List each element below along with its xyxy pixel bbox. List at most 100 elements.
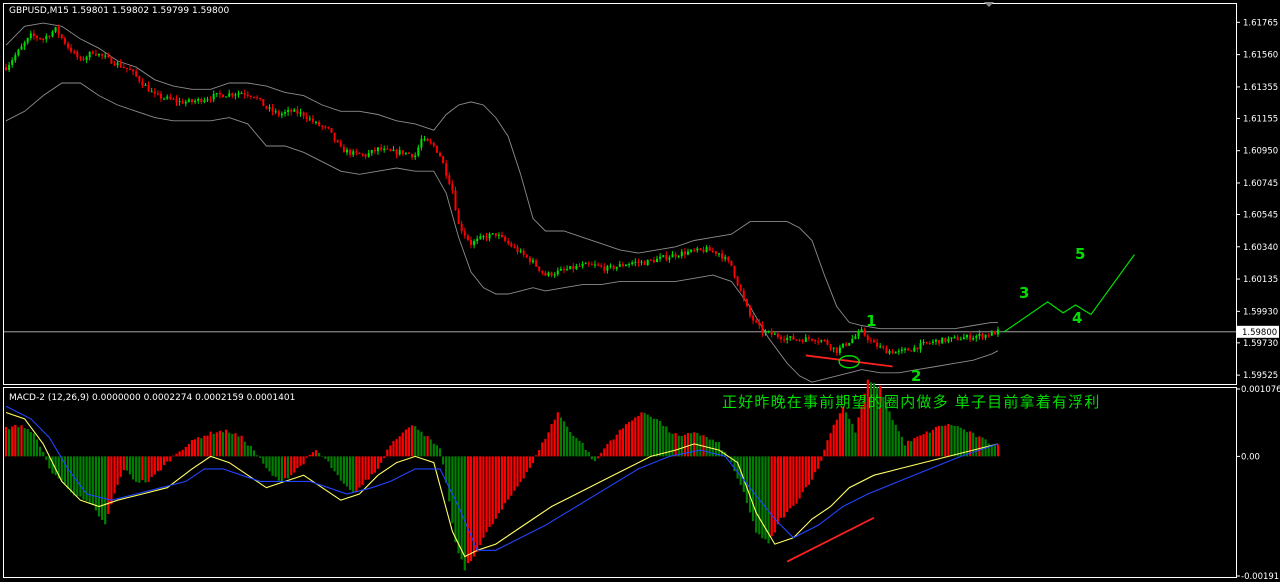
current-price-label: 1.59800 [1242, 328, 1277, 338]
candle-body [795, 339, 798, 341]
candle [739, 284, 742, 292]
candle-body [519, 250, 522, 253]
candle-body [318, 121, 321, 126]
candle-body [978, 333, 981, 337]
macd-bar [104, 456, 107, 525]
macd-bar [11, 426, 14, 457]
macd-bar [848, 418, 851, 457]
macd-bar [91, 456, 94, 506]
candle-body [476, 238, 479, 242]
candle-body [253, 96, 255, 98]
candle-body [687, 251, 689, 255]
macd-bar [835, 419, 838, 457]
candle-body [501, 234, 503, 237]
candle-body [494, 233, 497, 236]
price-tick-label: 1.61560 [1243, 51, 1278, 61]
macd-bar [277, 456, 280, 481]
candle-body [522, 250, 525, 255]
candle-body [910, 350, 913, 352]
macd-bar [624, 424, 628, 457]
candle-body [209, 99, 212, 101]
candle-body [761, 325, 764, 334]
macd-bar [420, 431, 423, 457]
macd-bar [832, 424, 835, 457]
macd-bar [593, 456, 597, 462]
candle-body [814, 340, 817, 342]
candle-body [445, 163, 448, 176]
price-tick-label: 1.61155 [1243, 114, 1278, 124]
macd-bar [438, 448, 442, 457]
candle-body [417, 147, 420, 156]
macd-bar [380, 456, 383, 463]
candle-body [714, 251, 717, 254]
macd-bar [417, 429, 420, 457]
candle-body [807, 337, 810, 339]
symbol-info-label: GBPUSD,M15 1.59801 1.59802 1.59799 1.598… [9, 6, 229, 16]
macd-bar [947, 423, 950, 457]
macd-bar [944, 425, 947, 457]
macd-bar [925, 431, 928, 457]
macd-bar [590, 456, 593, 460]
macd-bar [45, 456, 48, 460]
candle-body [290, 109, 293, 112]
candle-body [987, 334, 990, 336]
macd-bar [677, 435, 680, 457]
candle-body [749, 306, 751, 316]
macd-bar [488, 456, 491, 528]
macd-bar [178, 451, 181, 457]
macd-bar [14, 424, 17, 457]
macd-bar [528, 456, 531, 468]
macd-bar [522, 456, 525, 479]
candle-body [398, 150, 401, 155]
candle-body [718, 253, 720, 255]
candle-body [237, 93, 240, 95]
macd-bar [643, 412, 646, 457]
candle-body [172, 98, 175, 100]
candle-body [200, 98, 203, 103]
macd-bar [637, 415, 640, 457]
macd-bar [783, 456, 786, 518]
candle-body [888, 351, 891, 354]
candle-body [851, 338, 854, 343]
candle-body [575, 266, 578, 270]
macd-bar [432, 443, 435, 457]
candle-body [8, 64, 11, 70]
candle-body [913, 347, 916, 352]
candle-body [408, 152, 410, 154]
trading-chart[interactable]: 1.61765 1.61560 1.61355 1.61155 1.60950 1.607… [0, 0, 1280, 582]
macd-bar [975, 437, 978, 457]
macd-bar [851, 423, 854, 457]
candle-body [944, 337, 947, 342]
price-tick-label: 1.60545 [1243, 210, 1278, 220]
macd-bar [361, 456, 364, 485]
candle-body [643, 261, 646, 265]
candle-body [215, 93, 218, 95]
macd-bar [987, 443, 990, 457]
candle-body [900, 349, 903, 351]
candle-body [5, 67, 7, 70]
candle-body [789, 336, 792, 338]
candle-body [315, 121, 317, 123]
macd-bar [907, 440, 910, 457]
candle-body [240, 92, 243, 94]
macd-bar [209, 431, 212, 457]
macd-bar [860, 406, 863, 457]
candle-body [866, 335, 869, 341]
candle-body [225, 96, 228, 98]
macd-bar [355, 456, 358, 493]
candle-body [389, 149, 392, 152]
macd-bar [280, 456, 283, 482]
candle-body [308, 118, 311, 120]
candle-body [150, 91, 153, 93]
candle-body [504, 236, 507, 241]
candle-body [891, 351, 894, 354]
candle-body [907, 348, 910, 351]
macd-bar [116, 456, 119, 485]
candle-body [45, 36, 48, 40]
candle-body [659, 256, 662, 259]
macd-bar [485, 456, 488, 533]
macd-bar [324, 456, 327, 459]
macd-bar [566, 426, 569, 457]
candle-body [470, 239, 472, 245]
macd-bar [342, 456, 345, 484]
